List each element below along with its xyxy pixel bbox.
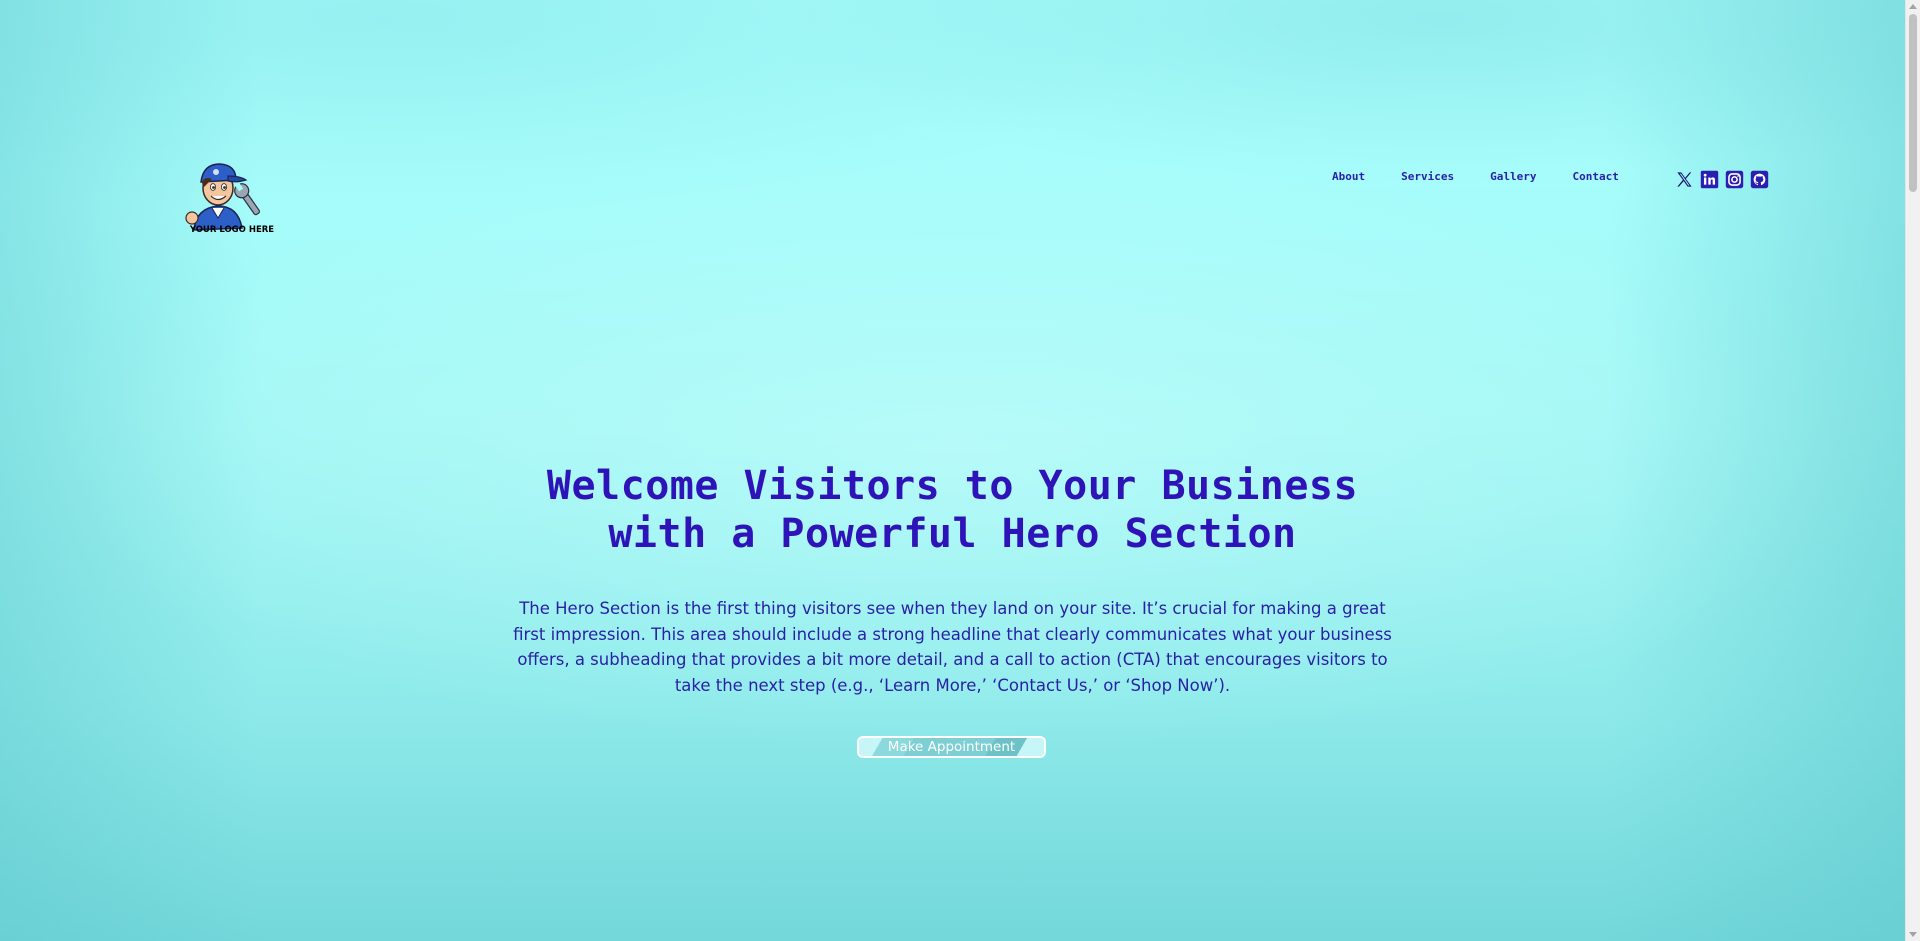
nav-link-about[interactable]: About (1332, 170, 1365, 184)
scroll-up-arrow-icon[interactable] (1909, 4, 1917, 9)
scrollbar-thumb[interactable] (1909, 14, 1917, 192)
page-scrollbar[interactable] (1905, 0, 1920, 941)
nav-link-contact[interactable]: Contact (1572, 170, 1618, 184)
linkedin-icon[interactable] (1700, 170, 1719, 189)
logo-text: YOUR LOGO HERE (189, 225, 274, 235)
make-appointment-button[interactable]: Make Appointment (857, 736, 1046, 758)
instagram-icon[interactable] (1725, 170, 1744, 189)
hero-title-line-1: Welcome Visitors to Your Business (546, 463, 1359, 509)
hero-title: Welcome Visitors to Your Business with a… (523, 462, 1383, 558)
hero-subtitle: The Hero Section is the first thing visi… (513, 599, 1392, 695)
scroll-down-arrow-icon[interactable] (1909, 932, 1917, 937)
nav-link-gallery[interactable]: Gallery (1490, 170, 1536, 184)
x-twitter-icon[interactable] (1675, 170, 1694, 189)
mechanic-mascot-logo-icon: YOUR LOGO HERE (185, 163, 274, 235)
site-logo[interactable]: YOUR LOGO HERE (172, 152, 278, 236)
main-nav: About Services Gallery Contact (1332, 170, 1619, 184)
hero-section: Welcome Visitors to Your Business with a… (0, 462, 1905, 698)
social-links (1675, 170, 1769, 189)
hero-title-line-2: with a Powerful Hero Section (608, 511, 1297, 557)
nav-link-services[interactable]: Services (1401, 170, 1454, 184)
github-icon[interactable] (1750, 170, 1769, 189)
